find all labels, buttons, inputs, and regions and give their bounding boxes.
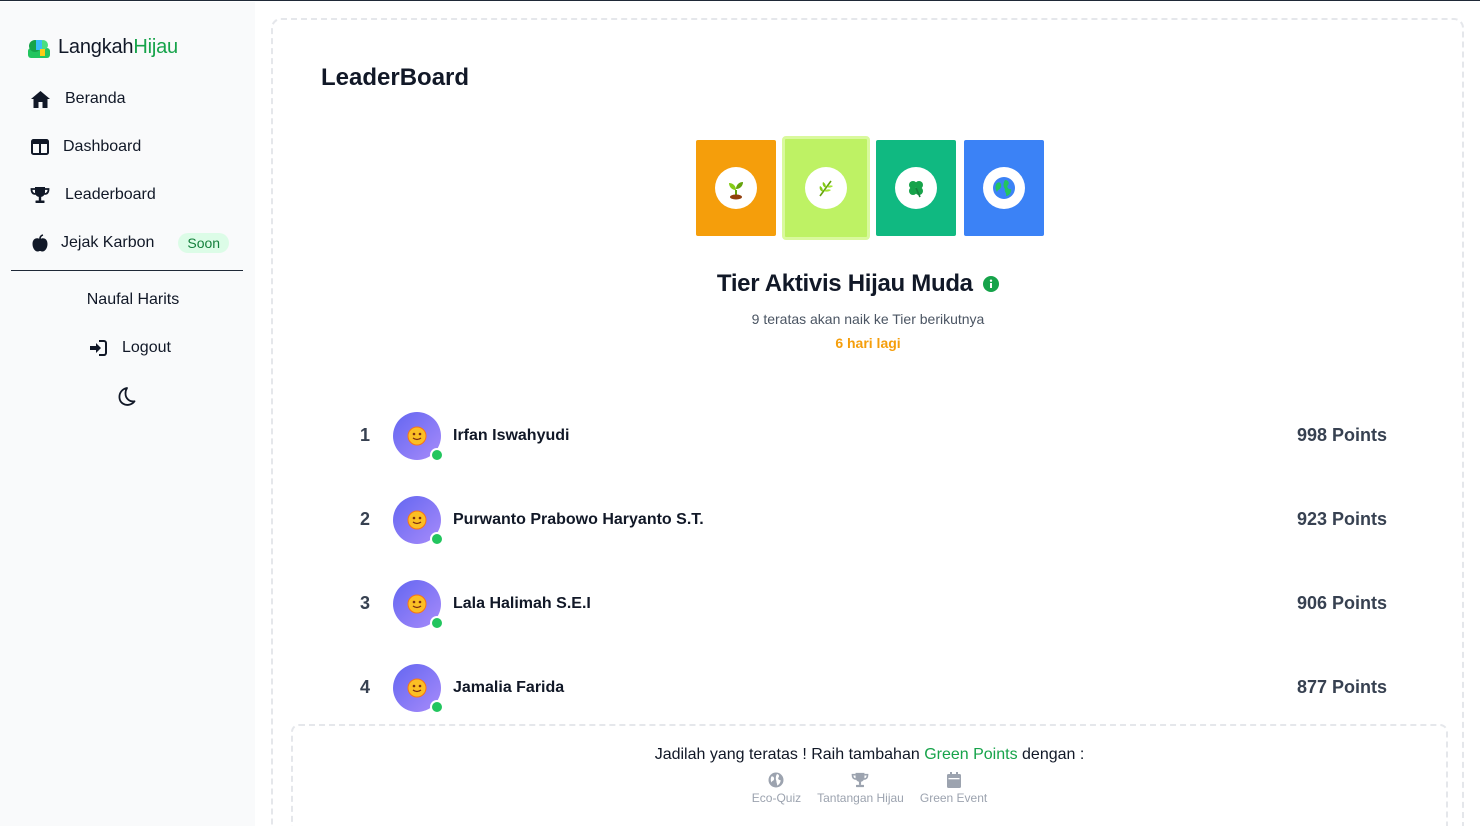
moon-icon xyxy=(118,387,136,406)
tier-card-seedling[interactable] xyxy=(696,140,776,236)
sidebar-item-jejak-karbon[interactable]: Jejak Karbon Soon xyxy=(30,233,230,253)
columns-icon xyxy=(30,137,50,157)
leaderboard-row[interactable]: 4 Jamalia Farida 877 Points xyxy=(273,662,1463,714)
player-points: 906 Points xyxy=(1296,593,1387,613)
tier-subtitle: 9 teratas akan naik ke Tier berikutnya xyxy=(751,311,985,327)
tier-name: Tier Aktivis Hijau Muda xyxy=(273,270,1443,299)
tier-countdown: 6 hari lagi xyxy=(835,335,901,351)
sidebar-item-leaderboard[interactable]: Leaderboard xyxy=(30,185,156,205)
sidebar: Langkah Hijau Beranda Dashboard Leaderboa… xyxy=(0,2,255,826)
player-points: 998 Points xyxy=(1296,425,1387,445)
soon-badge: Soon xyxy=(178,233,230,253)
link-label: Tantangan Hijau xyxy=(817,791,904,805)
calendar-icon xyxy=(946,772,961,788)
brand-icon xyxy=(28,40,50,58)
tier-name-text: Tier Aktivis Hijau Muda xyxy=(716,270,973,297)
smiley-icon xyxy=(407,426,427,446)
green-event-link[interactable]: Green Event xyxy=(920,772,987,805)
globe-icon xyxy=(768,772,784,788)
apple-icon xyxy=(30,233,50,253)
player-name: Jamalia Farida xyxy=(453,679,565,696)
smiley-icon xyxy=(407,510,427,530)
rank-number: 4 xyxy=(360,677,371,697)
leaderboard-card: LeaderBoard Tier Aktivis Hijau Muda 9 te… xyxy=(271,18,1464,826)
seedling-icon xyxy=(715,167,757,209)
sidebar-item-beranda[interactable]: Beranda xyxy=(30,89,126,109)
tier-card-herb[interactable] xyxy=(782,136,870,240)
cta-text-before: Jadilah yang teratas ! Raih tambahan xyxy=(654,746,925,763)
online-indicator xyxy=(430,448,444,462)
sidebar-divider xyxy=(11,270,243,271)
tier-card-clover[interactable] xyxy=(876,140,956,236)
player-name: Irfan Iswahyudi xyxy=(453,427,570,444)
smiley-icon xyxy=(407,678,427,698)
rank-number: 3 xyxy=(360,593,371,613)
tier-selector xyxy=(696,136,1044,240)
home-icon xyxy=(30,89,50,109)
sidebar-item-label: Beranda xyxy=(65,90,126,107)
player-points: 877 Points xyxy=(1296,677,1387,697)
player-name: Purwanto Prabowo Haryanto S.T. xyxy=(453,511,704,528)
clover-icon xyxy=(895,167,937,209)
link-label: Green Event xyxy=(919,791,988,805)
leaderboard-row[interactable]: 1 Irfan Iswahyudi 998 Points xyxy=(273,410,1463,462)
leaderboard-row[interactable]: 2 Purwanto Prabowo Haryanto S.T. 923 Poi… xyxy=(273,494,1463,546)
tier-card-globe[interactable] xyxy=(964,140,1044,236)
smiley-icon xyxy=(407,594,427,614)
sidebar-item-dashboard[interactable]: Dashboard xyxy=(30,137,141,157)
trophy-icon xyxy=(852,772,869,788)
herb-icon xyxy=(805,167,847,209)
logout-button[interactable]: Logout xyxy=(89,339,171,357)
cta-text: Jadilah yang teratas ! Raih tambahan Gre… xyxy=(293,746,1446,764)
rank-number: 2 xyxy=(360,509,371,529)
green-points-cta: Jadilah yang teratas ! Raih tambahan Gre… xyxy=(291,724,1448,826)
page-title: LeaderBoard xyxy=(321,64,470,91)
dark-mode-toggle[interactable] xyxy=(115,386,137,413)
user-name: Naufal Harits xyxy=(86,291,180,308)
rank-number: 1 xyxy=(360,425,371,445)
eco-quiz-link[interactable]: Eco-Quiz xyxy=(752,772,801,805)
player-points: 923 Points xyxy=(1296,509,1387,529)
online-indicator xyxy=(430,532,444,546)
info-icon[interactable] xyxy=(983,271,1000,299)
online-indicator xyxy=(430,700,444,714)
brand-text-main: Langkah xyxy=(58,35,134,58)
logout-label: Logout xyxy=(122,339,171,356)
tantangan-hijau-link[interactable]: Tantangan Hijau xyxy=(817,772,904,805)
sidebar-item-label: Jejak Karbon xyxy=(61,234,155,251)
leaderboard-row[interactable]: 3 Lala Halimah S.E.I 906 Points xyxy=(273,578,1463,630)
globe-icon xyxy=(983,167,1025,209)
trophy-icon xyxy=(30,185,50,205)
cta-text-green: Green Points xyxy=(924,746,1018,763)
brand-text-accent: Hijau xyxy=(133,35,178,58)
logout-icon xyxy=(89,340,107,356)
brand-logo[interactable]: Langkah Hijau xyxy=(26,34,178,60)
cta-text-after: dengan : xyxy=(1017,746,1085,763)
player-name: Lala Halimah S.E.I xyxy=(453,595,591,612)
online-indicator xyxy=(430,616,444,630)
sidebar-item-label: Leaderboard xyxy=(65,186,156,203)
link-label: Eco-Quiz xyxy=(751,791,802,805)
sidebar-item-label: Dashboard xyxy=(63,138,142,155)
cta-links: Eco-Quiz Tantangan Hijau Green Event xyxy=(293,772,1446,805)
